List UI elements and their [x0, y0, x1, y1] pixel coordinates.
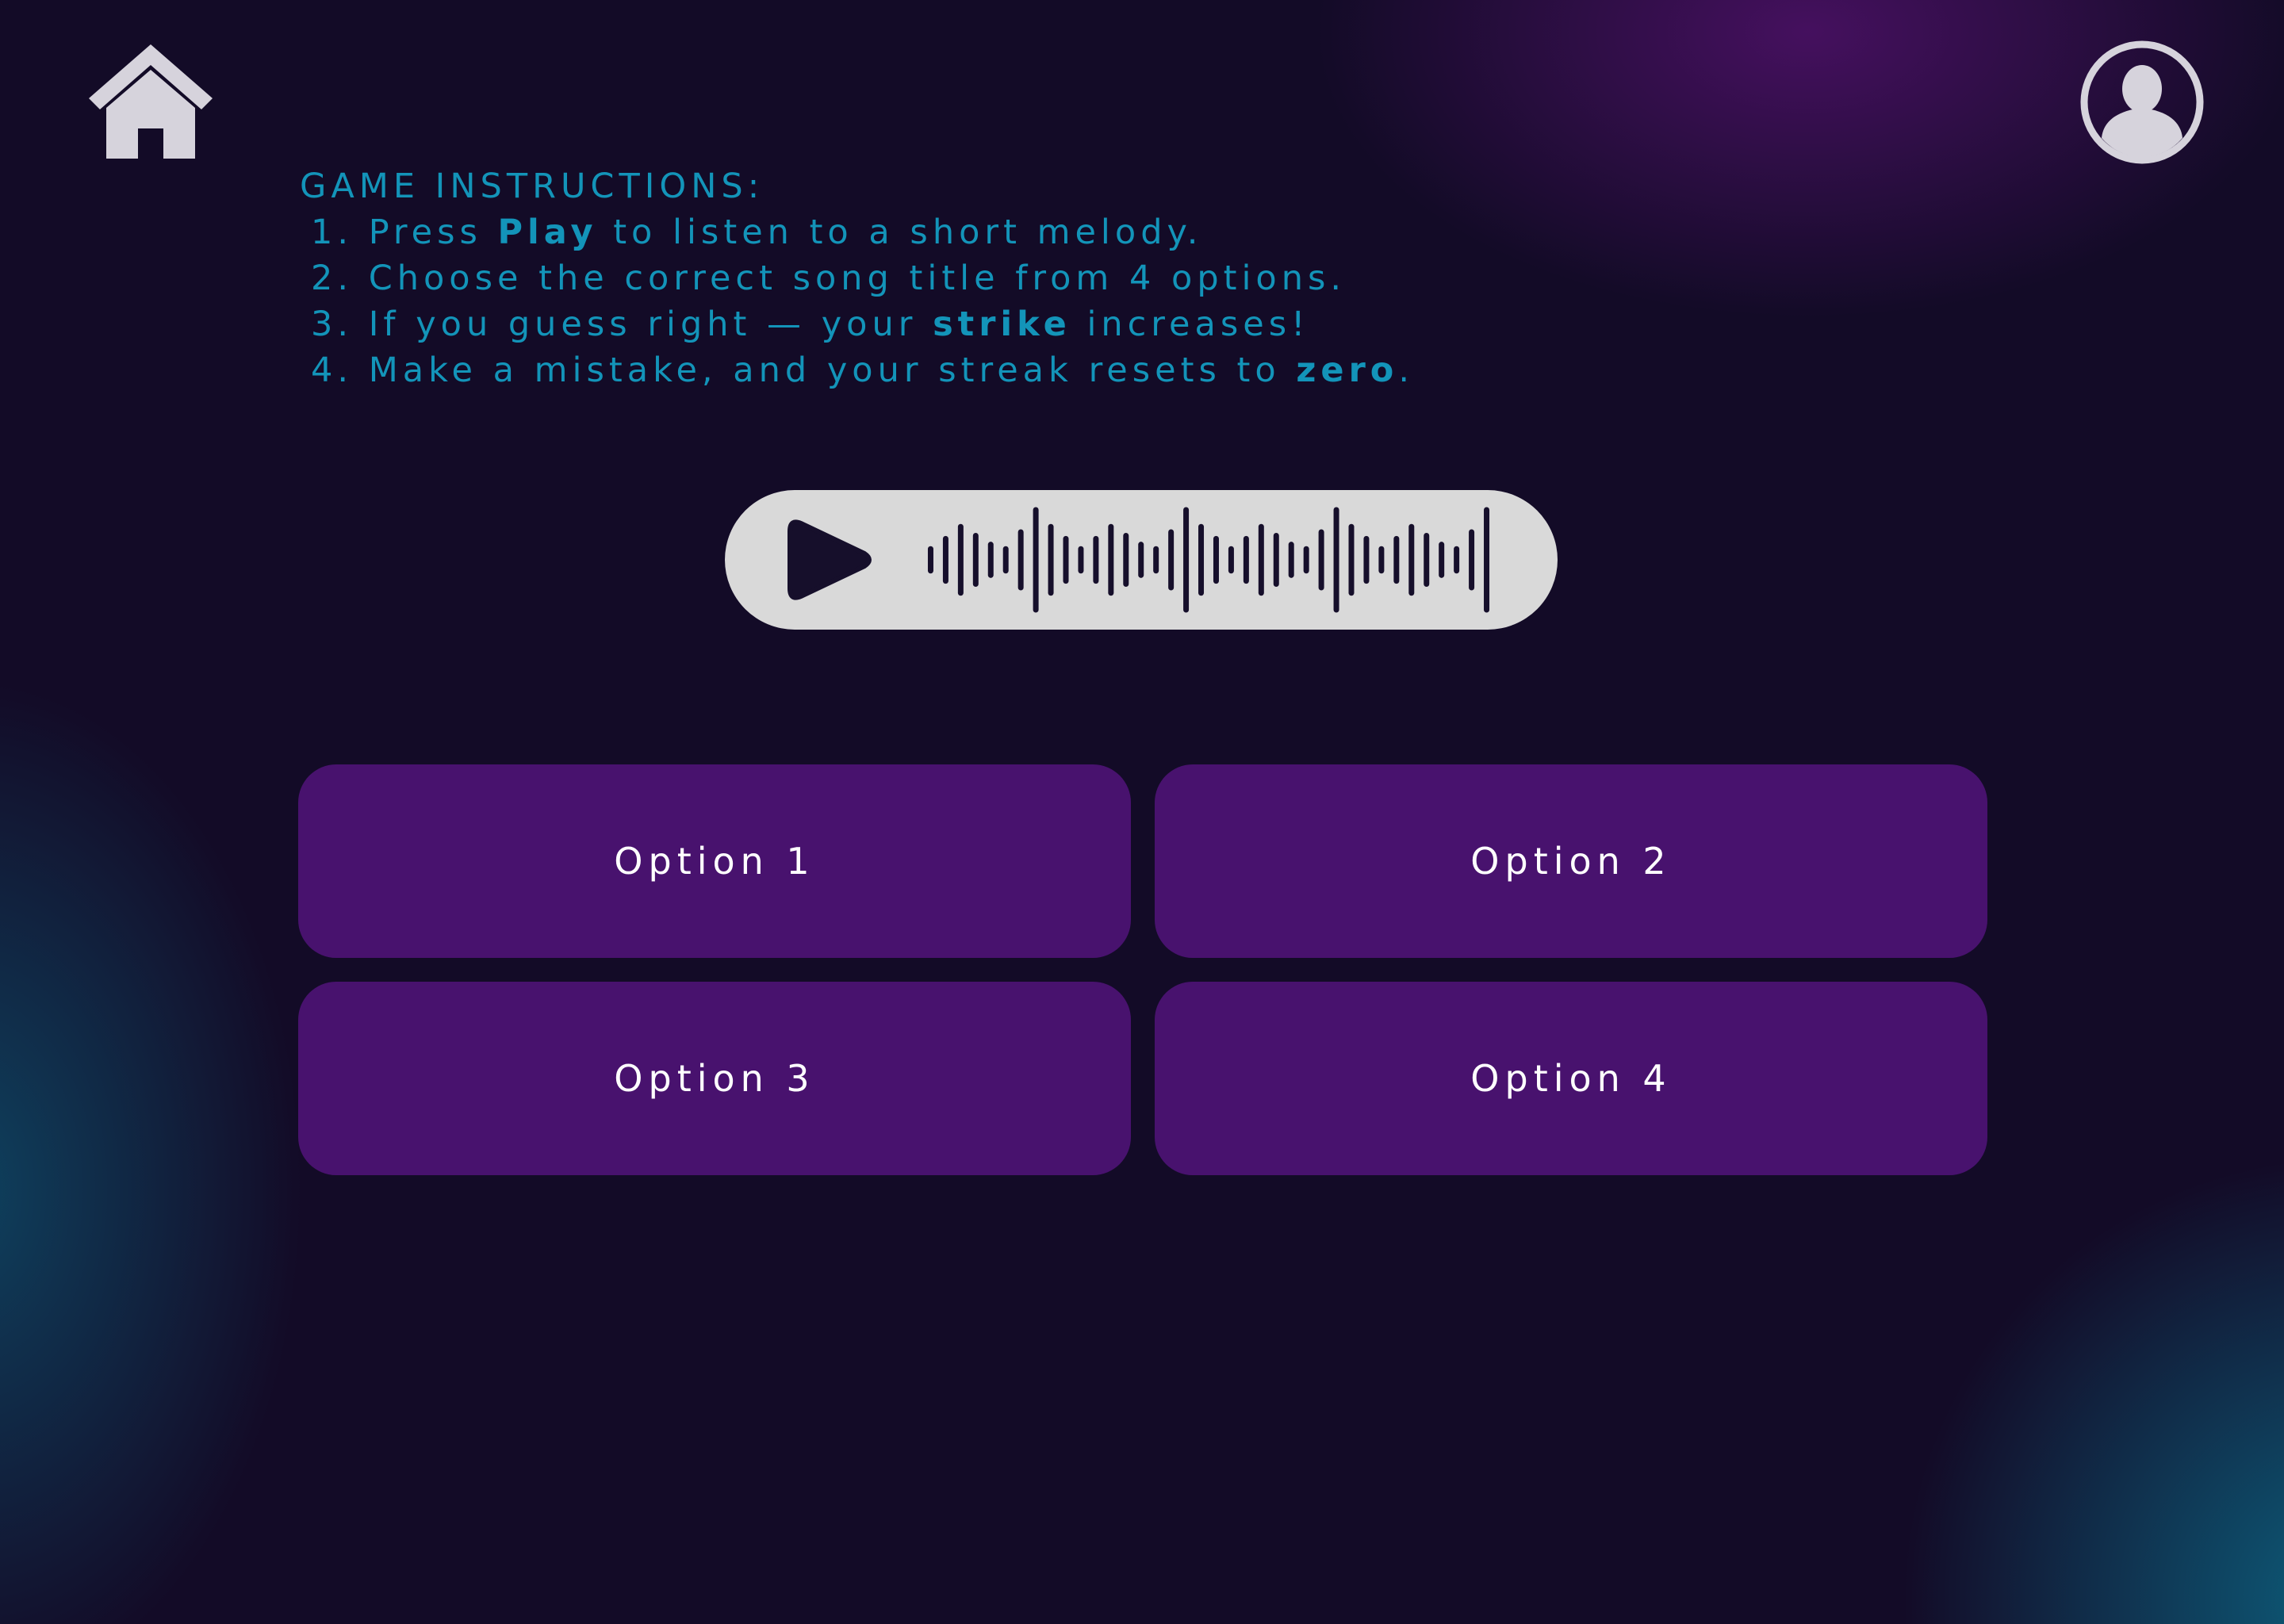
instruction-step: 3. If you guess right — your strike incr…: [311, 301, 1886, 347]
step-text: Choose the correct song title from 4 opt…: [368, 259, 1347, 298]
option-button-2[interactable]: Option 2: [1155, 764, 1987, 958]
step-emphasis: Play: [497, 213, 598, 252]
step-number: 3.: [311, 304, 354, 344]
step-text: to listen to a short melody.: [597, 213, 1203, 252]
step-emphasis: strike: [933, 304, 1071, 344]
answer-options: Option 1 Option 2 Option 3 Option 4: [298, 764, 1987, 1175]
step-emphasis: zero: [1296, 350, 1399, 390]
home-icon: [89, 44, 213, 159]
instruction-step: 4. Make a mistake, and your streak reset…: [311, 347, 1886, 393]
waveform-progress[interactable]: [923, 504, 1494, 615]
option-button-3[interactable]: Option 3: [298, 982, 1131, 1175]
play-button[interactable]: [782, 514, 874, 606]
instruction-step: 2. Choose the correct song title from 4 …: [311, 255, 1886, 301]
game-instructions: GAME INSTRUCTIONS: 1. Press Play to list…: [300, 163, 1886, 393]
user-avatar-icon: [2080, 40, 2204, 164]
home-button[interactable]: [87, 43, 214, 162]
step-text: .: [1398, 350, 1415, 390]
step-text: Make a mistake, and your streak resets t…: [368, 350, 1297, 390]
step-number: 1.: [311, 213, 354, 252]
step-number: 4.: [311, 350, 354, 390]
audio-player: [725, 490, 1558, 630]
waveform-icon: [927, 507, 1490, 613]
instructions-title: GAME INSTRUCTIONS:: [300, 167, 765, 206]
step-number: 2.: [311, 259, 354, 298]
step-text: If you guess right — your: [368, 304, 933, 344]
option-button-1[interactable]: Option 1: [298, 764, 1131, 958]
step-text: increases!: [1071, 304, 1310, 344]
instruction-step: 1. Press Play to listen to a short melod…: [311, 209, 1886, 255]
step-text: Press: [368, 213, 498, 252]
play-icon: [788, 519, 872, 600]
option-button-4[interactable]: Option 4: [1155, 982, 1987, 1175]
profile-button[interactable]: [2079, 40, 2205, 165]
instructions-list: 1. Press Play to listen to a short melod…: [300, 209, 1886, 393]
